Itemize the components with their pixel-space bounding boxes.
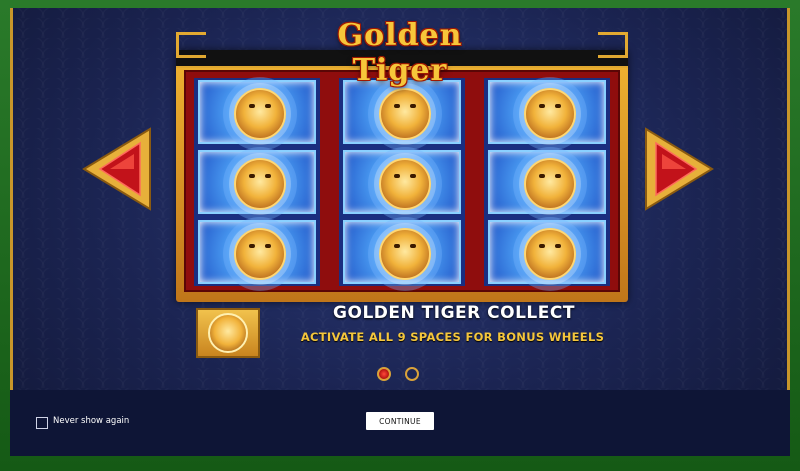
page-dot-1[interactable] (377, 367, 391, 381)
tiger-coin-icon (208, 313, 248, 353)
reel-cell (343, 150, 461, 214)
reel-window (184, 70, 620, 292)
footer-bar: Never show again CONTINUE (10, 390, 790, 456)
page-dot-2[interactable] (405, 367, 419, 381)
never-show-label[interactable]: Never show again (53, 416, 129, 426)
feature-title: GOLDEN TIGER COLLECT (333, 303, 575, 323)
golden-tiger-collect-icon (196, 308, 260, 358)
never-show-checkbox[interactable] (36, 417, 48, 429)
tiger-coin-icon (379, 228, 431, 280)
reel-3 (484, 78, 610, 286)
frame-corner-right (598, 32, 628, 58)
reel-2 (339, 78, 465, 286)
tiger-coin-icon (234, 228, 286, 280)
tiger-coin-icon (379, 88, 431, 140)
feature-description: ACTIVATE ALL 9 SPACES FOR BONUS WHEELS (300, 330, 605, 344)
reel-cell (198, 220, 316, 284)
tiger-coin-icon (234, 158, 286, 210)
page-indicator (377, 367, 427, 385)
reel-cell (488, 220, 606, 284)
reel-cell (343, 80, 461, 144)
tiger-coin-icon (524, 228, 576, 280)
next-page-button[interactable] (644, 127, 716, 211)
continue-button[interactable]: CONTINUE (366, 412, 434, 430)
reel-cell (198, 80, 316, 144)
tiger-coin-icon (524, 158, 576, 210)
game-logo-title: Golden Tiger (337, 18, 463, 88)
reel-cell (488, 80, 606, 144)
tiger-coin-icon (234, 88, 286, 140)
tiger-coin-icon (524, 88, 576, 140)
right-arrow-icon (645, 127, 714, 211)
tiger-coin-icon (379, 158, 431, 210)
reel-cell (343, 220, 461, 284)
reel-cell (488, 150, 606, 214)
prev-page-button[interactable] (80, 127, 152, 211)
left-arrow-icon (82, 127, 151, 211)
reel-cell (198, 150, 316, 214)
frame-corner-left (176, 32, 206, 58)
reel-1 (194, 78, 320, 286)
